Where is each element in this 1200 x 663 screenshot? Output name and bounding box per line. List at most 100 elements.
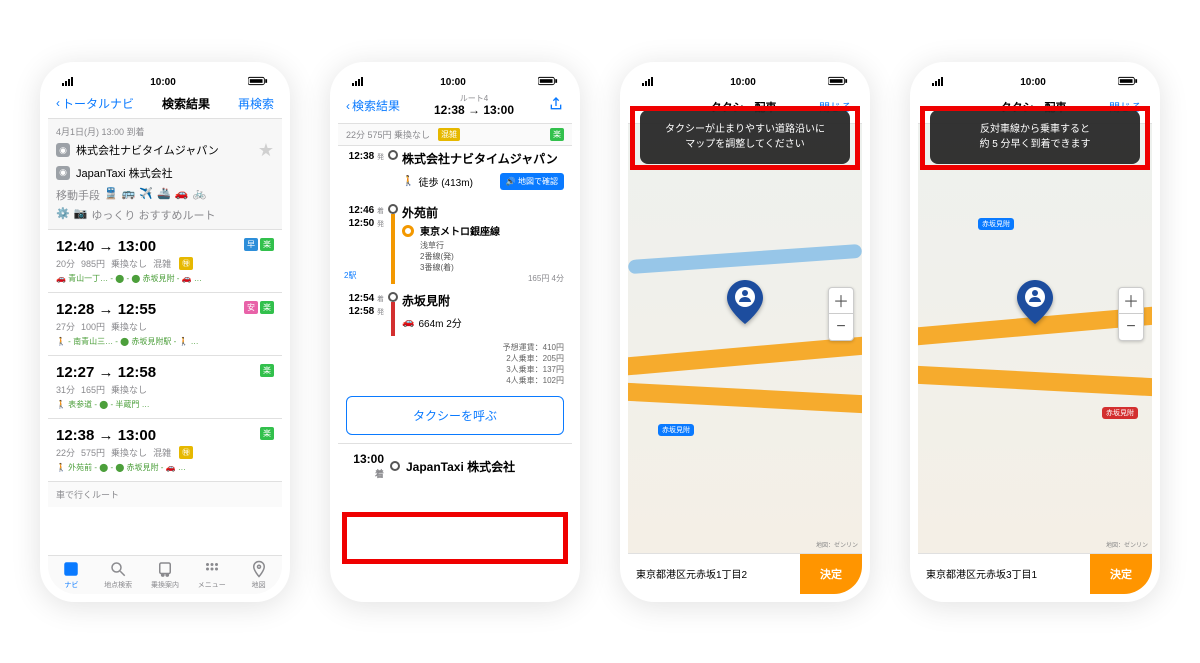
plane-icon: ✈️ — [139, 187, 153, 203]
screen: 10:00 タクシー配車 閉じる 反対車線から乗車すると 約 5 分早く到着でき… — [918, 70, 1152, 594]
camera-icon[interactable]: 📷 — [74, 207, 88, 223]
tab-transfer[interactable]: 乗換案内 — [142, 556, 189, 594]
station-poi: 赤坂見附 — [658, 424, 694, 436]
content: 12:38 発 株式会社ナビタイムジャパン 🚶徒歩 (413m)🔊 地図で確認 … — [338, 146, 572, 593]
tip-toast: 反対車線から乗車すると 約 5 分早く到着できます — [930, 110, 1140, 164]
nav-bar: ‹検索結果 ルート4 12:38 → 13:00 — [338, 91, 572, 125]
battery-icon — [248, 76, 268, 89]
address-bar: 東京都港区元赤坂1丁目2 決定 — [628, 553, 862, 594]
phone-search-results: 10:00 ‹トータルナビ 検索結果 再検索 4月1日(月) 13:00 到着 … — [40, 62, 290, 602]
gear-icon[interactable]: ⚙️ — [56, 207, 70, 223]
battery-icon — [1118, 76, 1138, 89]
seg-station-2: 12:54 着12:58 発 赤坂見附 🚗664m 2分 — [338, 288, 572, 340]
status-bar: 10:00 — [918, 70, 1152, 91]
confirm-button[interactable]: 決定 — [1090, 554, 1152, 594]
map-view[interactable]: 赤坂見附 ＋ − 地図：ゼンリン — [628, 124, 862, 553]
zoom-control: ＋ − — [1118, 287, 1144, 341]
from-row[interactable]: ◉ 株式会社ナビタイムジャパン ★ — [56, 138, 274, 163]
screen: 10:00 タクシー配車 閉じる タクシーが止まりやすい道路沿いに マップを調整… — [628, 70, 862, 594]
seg-station-1: 12:46 着12:50 発 外苑前 東京メトロ銀座線 浅草行 2番線(発) 3… — [338, 200, 572, 288]
phone-taxi-map-1: 10:00 タクシー配車 閉じる タクシーが止まりやすい道路沿いに マップを調整… — [620, 62, 870, 602]
map-view[interactable]: 赤坂見附 赤坂見附 ＋ − 地図：ゼンリン — [918, 124, 1152, 553]
congestion-badge: 混雑 — [438, 128, 460, 141]
page-title: 検索結果 — [162, 95, 210, 112]
to-label: JapanTaxi 株式会社 — [76, 165, 173, 181]
tab-bar: ナビ 地点検索 乗換案内 メニュー 地図 — [48, 555, 282, 594]
bike-icon: 🚲 — [193, 187, 207, 203]
share-button[interactable] — [548, 96, 564, 115]
pickup-pin-icon[interactable] — [1017, 280, 1053, 329]
open-map-button[interactable]: 🔊 地図で確認 — [500, 173, 564, 190]
pickup-pin-icon[interactable] — [727, 280, 763, 329]
tip-toast: タクシーが止まりやすい道路沿いに マップを調整してください — [640, 110, 850, 164]
result-item-4[interactable]: 12:38 → 13:00 楽 22分575円乗換なし混雑㊕ 🚶 外苑前 - ⬤… — [48, 419, 282, 482]
nav-bar: ‹トータルナビ 検索結果 再検索 — [48, 91, 282, 119]
route-meta: 22分 575円 乗換なし 混雑 楽 — [338, 124, 572, 146]
content: 4月1日(月) 13:00 到着 ◉ 株式会社ナビタイムジャパン ★ ◉ Jap… — [48, 119, 282, 555]
result-item-1[interactable]: 12:40 → 13:00 早楽 20分985円乗換なし混雑㊕ 🚗 青山一丁… … — [48, 230, 282, 293]
route-header: 4月1日(月) 13:00 到着 ◉ 株式会社ナビタイムジャパン ★ ◉ Jap… — [48, 119, 282, 230]
taxi-fare-info: 予想運賃：410円 2人乗車：205円 3人乗車：137円 4人乗車：102円 — [338, 340, 572, 388]
pickup-address[interactable]: 東京都港区元赤坂3丁目1 — [918, 556, 1090, 591]
to-row[interactable]: ◉ JapanTaxi 株式会社 — [56, 163, 274, 183]
station-poi: 赤坂見附 — [1102, 407, 1138, 419]
train-icon: 🚆 — [104, 187, 118, 203]
result-item-3[interactable]: 12:27 → 12:58 楽 31分165円乗換なし 🚶 表参道 - ⬤ - … — [48, 356, 282, 419]
station-1-name[interactable]: 外苑前 — [402, 204, 564, 221]
options-row: ⚙️📷 ゆっくり おすすめルート — [56, 203, 274, 223]
screen: 10:00 ‹検索結果 ルート4 12:38 → 13:00 22分 575円 … — [338, 70, 572, 594]
station-2-name[interactable]: 赤坂見附 — [402, 292, 564, 309]
zoom-control: ＋ − — [828, 287, 854, 341]
tab-map[interactable]: 地図 — [235, 556, 282, 594]
result-path: 🚗 青山一丁… - ⬤ - ⬤ 赤坂見附 - 🚗 … — [56, 273, 274, 284]
signal-icon — [642, 76, 658, 89]
zoom-in-button[interactable]: ＋ — [1119, 288, 1143, 314]
line-icon — [402, 225, 414, 237]
car-route-label[interactable]: 車で行くルート — [48, 482, 282, 507]
chevron-left-icon: ‹ — [56, 96, 60, 110]
depart-name: 株式会社ナビタイムジャパン — [402, 150, 564, 167]
battery-icon — [828, 76, 848, 89]
arrival-meta: 4月1日(月) 13:00 到着 — [56, 125, 274, 138]
dest-icon: ◉ — [56, 166, 70, 180]
status-time: 10:00 — [150, 77, 176, 88]
battery-icon — [538, 76, 558, 89]
signal-icon — [62, 76, 78, 89]
mode-icons: 移動手段 🚆🚌✈️🚢🚗🚲 — [56, 183, 274, 203]
signal-icon — [352, 76, 368, 89]
screen: 10:00 ‹トータルナビ 検索結果 再検索 4月1日(月) 13:00 到着 … — [48, 70, 282, 594]
call-taxi-button[interactable]: タクシーを呼ぶ — [346, 396, 564, 435]
route-number: ルート4 — [460, 95, 488, 104]
signal-icon — [932, 76, 948, 89]
tab-search[interactable]: 地点検索 — [95, 556, 142, 594]
ship-icon: 🚢 — [157, 187, 171, 203]
map-attribution: 地図：ゼンリン — [816, 540, 858, 549]
sound-icon: 🔊 — [506, 177, 516, 186]
confirm-button[interactable]: 決定 — [800, 554, 862, 594]
back-button[interactable]: ‹検索結果 — [346, 97, 400, 114]
phone-route-detail: 10:00 ‹検索結果 ルート4 12:38 → 13:00 22分 575円 … — [330, 62, 580, 602]
star-icon[interactable]: ★ — [258, 140, 274, 161]
tab-menu[interactable]: メニュー — [188, 556, 235, 594]
from-label: 株式会社ナビタイムジャパン — [76, 142, 219, 158]
origin-icon: ◉ — [56, 143, 70, 157]
map-attribution: 地図：ゼンリン — [1106, 540, 1148, 549]
status-bar: 10:00 — [628, 70, 862, 91]
result-item-2[interactable]: 12:28 → 12:55 安楽 27分100円乗換なし 🚶 - 南青山三… -… — [48, 293, 282, 356]
car-icon: 🚗 — [402, 317, 414, 328]
tab-navi[interactable]: ナビ — [48, 556, 95, 594]
page-title: 12:38 → 13:00 — [434, 103, 514, 117]
status-bar: 10:00 — [48, 70, 282, 91]
zoom-out-button[interactable]: − — [829, 314, 853, 340]
stops-link[interactable]: 2駅 — [344, 270, 356, 281]
arrive-name: JapanTaxi 株式会社 — [406, 458, 515, 475]
back-button[interactable]: ‹トータルナビ — [56, 95, 134, 112]
zoom-out-button[interactable]: − — [1119, 314, 1143, 340]
pickup-address[interactable]: 東京都港区元赤坂1丁目2 — [628, 556, 800, 591]
zoom-in-button[interactable]: ＋ — [829, 288, 853, 314]
seg-depart: 12:38 発 株式会社ナビタイムジャパン 🚶徒歩 (413m)🔊 地図で確認 — [338, 146, 572, 200]
car-icon: 🚗 — [175, 187, 189, 203]
status-bar: 10:00 — [338, 70, 572, 91]
chevron-left-icon: ‹ — [346, 99, 350, 113]
research-button[interactable]: 再検索 — [238, 95, 274, 112]
